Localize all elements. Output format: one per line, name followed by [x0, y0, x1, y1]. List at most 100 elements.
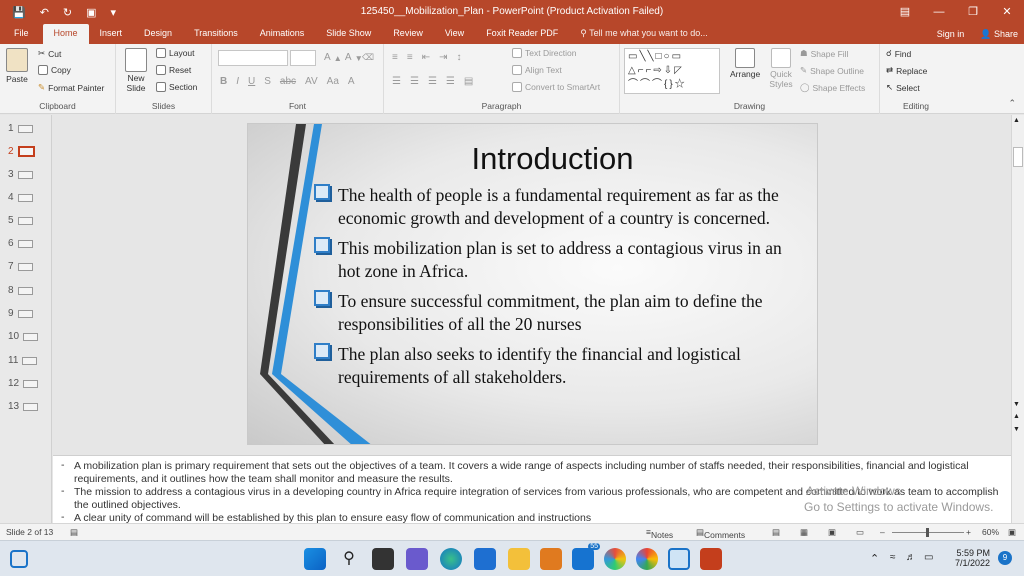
ribbon-display-icon[interactable]: ▤: [888, 0, 922, 24]
sublime-icon[interactable]: [540, 548, 562, 570]
smartart-button[interactable]: Convert to SmartArt: [512, 82, 600, 92]
close-button[interactable]: ✕: [990, 0, 1024, 24]
scroll-thumb[interactable]: [1013, 147, 1023, 167]
format-painter-button[interactable]: ✎ Format Painter: [38, 82, 104, 93]
next-slide-icon[interactable]: ▼: [1013, 426, 1020, 433]
thumbnail-slide[interactable]: 8: [8, 285, 33, 296]
shape-fill-button[interactable]: ☗ Shape Fill: [800, 48, 848, 59]
cut-button[interactable]: ✂ Cut: [38, 48, 61, 59]
thumbnail-slide[interactable]: 5: [8, 215, 33, 226]
find-button[interactable]: ☌ Find: [886, 48, 911, 59]
font-name-field[interactable]: [218, 50, 288, 66]
shapes-gallery[interactable]: ▭╲╲□○▭ △⌐⌐⇨⇩◸ ⌒⌒⌒{}☆: [624, 48, 720, 94]
wifi-icon[interactable]: ≈: [890, 552, 896, 563]
volume-icon[interactable]: ♬: [906, 552, 916, 563]
thumbnail-slide[interactable]: 3: [8, 169, 33, 180]
layout-button[interactable]: Layout: [156, 48, 195, 58]
text-direction-button[interactable]: Text Direction: [512, 48, 577, 58]
tab-review[interactable]: Review: [382, 24, 434, 44]
copy-button[interactable]: Copy: [38, 65, 71, 75]
section-button[interactable]: Section: [156, 82, 197, 92]
scroll-down-icon[interactable]: ▼: [1013, 401, 1020, 408]
mail-icon[interactable]: 55: [572, 543, 600, 570]
slide-sorter-icon[interactable]: ▦: [800, 527, 808, 538]
clear-format-icon[interactable]: ⌫: [362, 52, 374, 63]
reading-view-icon[interactable]: ▣: [828, 527, 836, 538]
zoom-level[interactable]: 60%: [982, 527, 999, 537]
vertical-scrollbar[interactable]: ▲ ▼ ▲ ▼: [1011, 115, 1024, 523]
arrange-button[interactable]: Arrange: [730, 48, 760, 79]
share-button[interactable]: 👤 Share: [980, 24, 1018, 44]
thumbnail-slide[interactable]: 13: [8, 401, 39, 412]
thumbnail-slide[interactable]: 7: [8, 261, 33, 272]
select-button[interactable]: ↖ Select: [886, 82, 920, 93]
scroll-up-icon[interactable]: ▲: [1013, 117, 1020, 124]
zoom-out-icon[interactable]: –: [880, 527, 885, 537]
zoom-in-icon[interactable]: +: [966, 527, 971, 537]
file-explorer-icon[interactable]: [508, 548, 530, 570]
windows-start-icon[interactable]: [304, 548, 326, 570]
spelling-icon[interactable]: ▤: [70, 527, 78, 538]
thumbnail-slide[interactable]: 9: [8, 308, 33, 319]
minimize-button[interactable]: —: [922, 0, 956, 24]
normal-view-icon[interactable]: ▤: [772, 527, 780, 538]
quick-styles-button[interactable]: Quick Styles: [766, 48, 796, 89]
tell-me-box[interactable]: ⚲ Tell me what you want to do...: [569, 24, 719, 44]
chat-icon[interactable]: [406, 548, 428, 570]
comments-button[interactable]: ▤ Comments: [696, 527, 745, 540]
replace-button[interactable]: ⇄ Replace: [886, 65, 927, 76]
thumbnail-slide[interactable]: 4: [8, 192, 33, 203]
font-size-field[interactable]: [290, 50, 316, 66]
thumbnail-slide[interactable]: 6: [8, 238, 33, 249]
tab-foxit[interactable]: Foxit Reader PDF: [475, 24, 569, 44]
tab-file[interactable]: File: [0, 24, 43, 44]
tab-view[interactable]: View: [434, 24, 475, 44]
current-slide[interactable]: Introduction The health of people is a f…: [247, 123, 818, 445]
customize-qat-icon[interactable]: ▾: [111, 6, 117, 19]
tab-animations[interactable]: Animations: [249, 24, 316, 44]
undo-icon[interactable]: ↶: [40, 6, 49, 19]
tab-design[interactable]: Design: [133, 24, 183, 44]
clock[interactable]: 5:59 PM 7/1/2022: [952, 548, 990, 568]
task-switch-icon[interactable]: [372, 548, 394, 570]
slideshow-icon[interactable]: ▭: [856, 527, 864, 538]
align-text-button[interactable]: Align Text: [512, 65, 562, 75]
presentation-icon[interactable]: ▣: [86, 6, 96, 19]
pinned-app-icon[interactable]: [668, 548, 690, 570]
tray-chevron-icon[interactable]: ⌃: [870, 552, 879, 565]
new-slide-button[interactable]: New Slide: [122, 48, 150, 93]
thumbnail-slide[interactable]: 1: [8, 123, 33, 134]
tab-transitions[interactable]: Transitions: [183, 24, 249, 44]
photos-icon[interactable]: [604, 548, 626, 570]
align-buttons[interactable]: ☰ ☰ ☰ ☰ ▤: [392, 76, 473, 87]
slide-title[interactable]: Introduction: [248, 141, 817, 177]
thumbnail-slide[interactable]: 11: [8, 355, 38, 366]
store-icon[interactable]: [474, 548, 496, 570]
collapse-ribbon-icon[interactable]: ⌃: [1008, 98, 1016, 109]
battery-icon[interactable]: ▭: [924, 552, 933, 563]
chrome-icon[interactable]: [636, 548, 658, 570]
shape-outline-button[interactable]: ✎ Shape Outline: [800, 65, 864, 76]
thumbnail-slide[interactable]: 12: [8, 378, 39, 389]
edge-icon[interactable]: [440, 548, 462, 570]
task-view-icon[interactable]: [10, 550, 28, 568]
save-icon[interactable]: 💾: [12, 6, 26, 19]
previous-slide-icon[interactable]: ▲: [1013, 413, 1020, 420]
paste-button[interactable]: Paste: [6, 48, 28, 84]
thumbnail-slide[interactable]: 10: [8, 331, 39, 342]
fit-slide-icon[interactable]: ▣: [1008, 527, 1016, 538]
zoom-slider-thumb[interactable]: [926, 528, 929, 537]
search-icon[interactable]: ⚲: [338, 548, 360, 570]
slide-body[interactable]: The health of people is a fundamental re…: [314, 184, 794, 396]
tab-insert[interactable]: Insert: [89, 24, 134, 44]
notification-badge[interactable]: 9: [998, 551, 1012, 565]
restore-button[interactable]: ❐: [956, 0, 990, 24]
reset-button[interactable]: Reset: [156, 65, 191, 75]
font-size-buttons[interactable]: A ▲ A ▼: [324, 52, 363, 63]
powerpoint-icon[interactable]: [700, 548, 722, 570]
shape-effects-button[interactable]: ◯ Shape Effects: [800, 82, 865, 93]
font-style-buttons[interactable]: B I U Sabc AV Aa A: [220, 76, 355, 87]
redo-icon[interactable]: ↻: [63, 6, 72, 19]
notes-button[interactable]: ≡ Notes: [646, 527, 673, 540]
list-buttons[interactable]: ≡ ≡ ⇤ ⇥ ↕: [392, 52, 461, 63]
